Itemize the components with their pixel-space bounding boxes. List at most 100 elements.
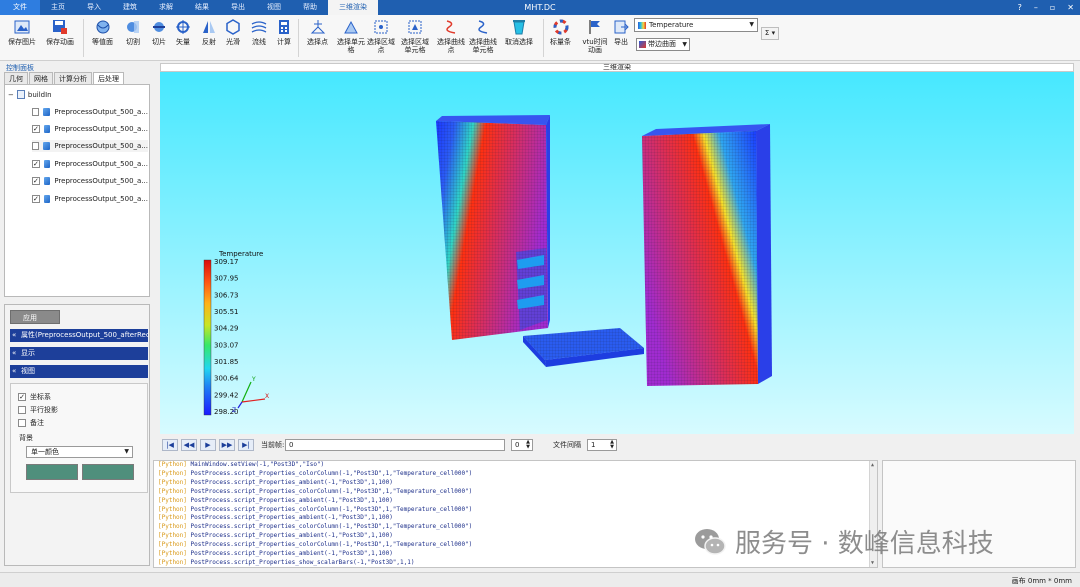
sigma-button[interactable]: Σ ▾ xyxy=(761,27,779,40)
tab-help[interactable]: 帮助 xyxy=(292,0,328,15)
tab-3d-render[interactable]: 三维渲染 xyxy=(328,0,378,15)
select-curve-cell-button[interactable]: 选择曲线单元格 xyxy=(468,18,498,54)
scalar-bar-tick-label: 303.07 xyxy=(214,341,239,349)
cube-icon xyxy=(43,160,51,168)
background-color-2-button[interactable] xyxy=(82,464,134,480)
select-region-point-button[interactable]: 选择区域点 xyxy=(367,18,395,54)
select-region-cell-icon xyxy=(406,18,424,36)
console-line: [Python] PostProcess.script_Properties_s… xyxy=(158,558,415,566)
tab-file[interactable]: 文件 xyxy=(0,0,40,15)
slice-button[interactable]: 切片 xyxy=(150,18,168,46)
section-properties[interactable]: «属性(PreprocessOutput_500_afterRecon xyxy=(10,329,148,342)
tree-item[interactable]: ✓ PreprocessOutput_500_a... xyxy=(32,193,148,205)
checkbox[interactable]: ✓ xyxy=(32,195,40,203)
section-view[interactable]: «视图 xyxy=(10,365,148,378)
apply-button[interactable]: 应用 xyxy=(10,310,60,324)
spin-arrows-icon[interactable]: ▲ ▼ xyxy=(526,440,530,450)
file-interval-spinbox[interactable]: 1 ▲ ▼ xyxy=(587,439,617,451)
tree-item[interactable]: PreprocessOutput_500_a... xyxy=(32,140,148,152)
scroll-down-icon[interactable]: ▼ xyxy=(871,560,874,566)
previous-frame-button[interactable]: ◀◀ xyxy=(181,439,197,451)
close-button[interactable]: ✕ xyxy=(1067,0,1074,15)
tree-item[interactable]: ✓ PreprocessOutput_500_a... xyxy=(32,158,148,170)
calculate-button[interactable]: 计算 xyxy=(275,18,293,46)
tree-item[interactable]: ✓ PreprocessOutput_500_a... xyxy=(32,175,148,187)
checkbox[interactable]: ✓ xyxy=(32,160,40,168)
cube-icon xyxy=(43,142,51,150)
checkbox[interactable] xyxy=(18,419,26,427)
tab-building[interactable]: 建筑 xyxy=(112,0,148,15)
maximize-button[interactable]: ▫ xyxy=(1050,0,1055,15)
collapse-icon[interactable]: − xyxy=(8,91,14,99)
vtu-time-animation-button[interactable]: vtu时间动画 xyxy=(580,18,610,54)
axis-z-label: Z xyxy=(232,407,236,414)
frame-spinbox[interactable]: 0 ▲ ▼ xyxy=(511,439,533,451)
tree-item[interactable]: PreprocessOutput_500_a... xyxy=(32,106,148,118)
last-frame-button[interactable]: ▶| xyxy=(238,439,254,451)
tab-import[interactable]: 导入 xyxy=(76,0,112,15)
tab-home[interactable]: 主页 xyxy=(40,0,76,15)
help-icon[interactable]: ? xyxy=(1018,0,1022,15)
scroll-up-icon[interactable]: ▲ xyxy=(871,462,874,468)
isosurface-icon xyxy=(94,18,112,36)
tab-export[interactable]: 导出 xyxy=(220,0,256,15)
select-curve-point-button[interactable]: 选择曲线点 xyxy=(436,18,466,54)
console-line: [Python] PostProcess.script_Properties_c… xyxy=(158,523,473,531)
render-viewport[interactable]: Temperature 309.17 307.95 306.73 305.51 304.… xyxy=(160,72,1074,434)
left-panel-tabs: 几何 网格 计算分析 后处理 xyxy=(4,72,125,84)
scalar-bar-button[interactable]: 标量条 xyxy=(550,18,571,46)
current-frame-input[interactable]: 0 xyxy=(285,439,505,451)
minimize-button[interactable]: – xyxy=(1034,0,1038,15)
play-button[interactable]: ▶ xyxy=(200,439,216,451)
vector-button[interactable]: 矢量 xyxy=(174,18,192,46)
checkbox[interactable] xyxy=(18,406,26,414)
background-color-1-button[interactable] xyxy=(26,464,78,480)
save-image-button[interactable]: 保存图片 xyxy=(8,18,36,46)
export-button[interactable]: 导出 xyxy=(612,18,630,46)
select-curve-cell-icon xyxy=(474,18,492,36)
tab-analysis[interactable]: 计算分析 xyxy=(54,72,92,84)
document-icon xyxy=(16,90,25,99)
select-region-cell-button[interactable]: 选择区域单元格 xyxy=(398,18,432,54)
checkbox[interactable] xyxy=(32,142,40,150)
next-frame-button[interactable]: ▶▶ xyxy=(219,439,235,451)
save-animation-button[interactable]: 保存动画 xyxy=(46,18,74,46)
checkbox[interactable] xyxy=(32,108,40,116)
streamline-button[interactable]: 流线 xyxy=(250,18,268,46)
axis-y-label: Y xyxy=(251,376,256,383)
view-options-box: ✓ 坐标系 平行投影 备注 背景 单一颜色 ▼ xyxy=(10,383,148,493)
console-line: [Python] PostProcess.script_Properties_c… xyxy=(158,505,473,513)
clip-button[interactable]: 切割 xyxy=(124,18,142,46)
background-select[interactable]: 单一颜色 ▼ xyxy=(26,446,133,458)
tree-item[interactable]: ✓ PreprocessOutput_500_a... xyxy=(32,123,148,135)
tab-postprocess[interactable]: 后处理 xyxy=(93,72,124,84)
chevron-down-icon: ▼ xyxy=(682,41,687,48)
option-axes[interactable]: ✓ 坐标系 xyxy=(18,392,51,402)
isosurface-button[interactable]: 等值面 xyxy=(92,18,113,46)
tab-mesh[interactable]: 网格 xyxy=(29,72,53,84)
watermark-text: 服务号 · 数峰信息科技 xyxy=(735,529,994,559)
reflect-button[interactable]: 反射 xyxy=(200,18,218,46)
tab-result[interactable]: 结果 xyxy=(184,0,220,15)
console-line: [Python] PostProcess.script_Properties_a… xyxy=(158,532,393,540)
checkbox[interactable]: ✓ xyxy=(18,393,26,401)
trash-icon xyxy=(510,18,528,36)
tab-solve[interactable]: 求解 xyxy=(148,0,184,15)
tab-view[interactable]: 视图 xyxy=(256,0,292,15)
render-mode-select[interactable]: 带边曲面 ▼ xyxy=(636,38,690,51)
scalar-field-select[interactable]: Temperature ▼ xyxy=(634,18,758,32)
section-display[interactable]: «显示 xyxy=(10,347,148,360)
console-line: [Python] PostProcess.script_Properties_a… xyxy=(158,550,393,557)
select-cell-button[interactable]: 选择单元格 xyxy=(337,18,365,54)
option-parallel-projection[interactable]: 平行投影 xyxy=(18,405,58,415)
cancel-selection-button[interactable]: 取消选择 xyxy=(505,18,533,46)
tree-root[interactable]: − buildIn xyxy=(8,90,52,99)
option-annotation[interactable]: 备注 xyxy=(18,418,44,428)
spin-arrows-icon[interactable]: ▲ ▼ xyxy=(610,440,614,450)
first-frame-button[interactable]: |◀ xyxy=(162,439,178,451)
tab-geometry[interactable]: 几何 xyxy=(4,72,28,84)
smooth-button[interactable]: 光滑 xyxy=(224,18,242,46)
select-point-button[interactable]: 选择点 xyxy=(307,18,328,46)
checkbox[interactable]: ✓ xyxy=(32,125,40,133)
checkbox[interactable]: ✓ xyxy=(32,177,40,185)
